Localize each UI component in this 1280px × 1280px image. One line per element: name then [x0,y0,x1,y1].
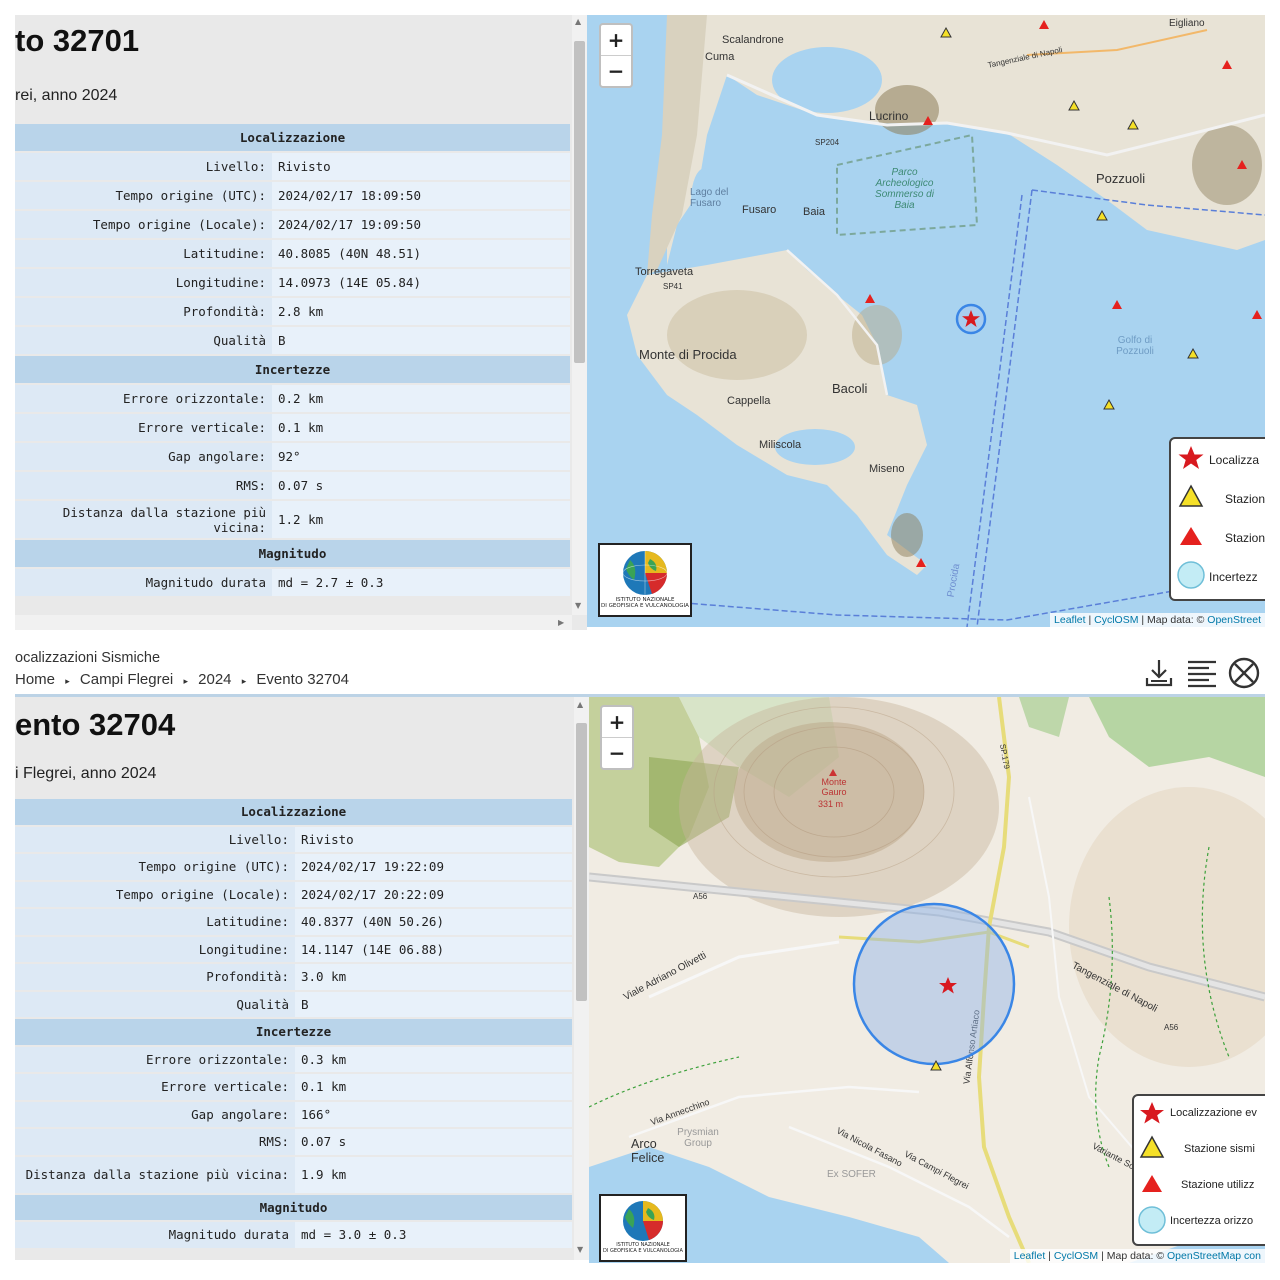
breadcrumb-current: Evento 32704 [256,671,349,688]
breadcrumb-separator: ▸ [183,676,188,686]
zoom-out-button[interactable]: − [602,738,632,768]
event1-vertical-scrollbar[interactable]: ▲ ▼ [572,15,587,615]
legend-label-station-used: Stazione utilizz [1181,1179,1255,1191]
table-row: Distanza dalla stazione più vicina: 1.2 k… [15,501,570,538]
cyclosm-link[interactable]: CyclOSM [1054,1250,1098,1262]
table-row: Profondità: 2.8 km [15,298,570,325]
table-row: Livello: Rivisto [15,826,572,852]
table-row: Errore verticale: 0.1 km [15,414,570,441]
table-row: Errore verticale: 0.1 km [15,1074,572,1100]
table-row: RMS: 0.07 s [15,1129,572,1155]
legend-symbols [1177,446,1205,589]
breadcrumb-home[interactable]: Home [15,671,55,688]
event1-map-attribution: Leaflet | CyclOSM | Map data: © OpenStre… [1050,613,1265,627]
breadcrumb-separator: ▸ [241,676,247,686]
ingv-logo: ISTITUTO NAZIONALE DI GEOFISICA E VULCANO… [598,543,692,617]
table-row: Gap angolare: 166° [15,1101,572,1127]
download-icon[interactable] [1142,656,1176,690]
legend-label-station: Stazion [1225,492,1265,506]
zoom-in-button[interactable]: + [602,707,632,738]
legend-label-uncertainty: Incertezza orizzo [1170,1215,1254,1227]
table-row: Profondità: 3.0 km [15,964,572,990]
table-row: Qualità B [15,327,570,354]
event1-horizontal-scrollbar[interactable]: ▶ [15,615,572,630]
table-row: Tempo origine (Locale): 2024/02/17 19:09:… [15,211,570,238]
section-incertezze: Incertezze [15,1019,572,1045]
section-localizzazione: Localizzazione [15,124,570,151]
event1-subtitle: rei, anno 2024 [15,87,118,104]
event1-markers [865,20,1262,567]
event1-details-table: Localizzazione Livello: Rivisto Tempo ori… [15,122,570,598]
table-row: Magnitudo durata md = 3.0 ± 0.3 [15,1222,572,1248]
table-row: Tempo origine (UTC): 2024/02/17 19:22:09 [15,854,572,880]
table-row: Tempo origine (UTC): 2024/02/17 18:09:50 [15,182,570,209]
legend-label-station: Stazione sismi [1184,1143,1255,1155]
event1-map[interactable]: Scalandrone Cuma Lucrino Pozzuoli Parco … [587,15,1265,627]
breadcrumb-year[interactable]: 2024 [198,671,231,688]
table-row: RMS: 0.07 s [15,472,570,499]
table-row: Gap angolare: 92° [15,443,570,470]
legend-label-event: Localizzazione ev [1170,1107,1257,1119]
logo-text: ISTITUTO NAZIONALE DI GEOFISICA E VULCANO… [601,597,689,609]
event2-map-legend: Localizzazione ev Stazione sismi Stazion… [1132,1094,1265,1246]
section-localizzazione: Localizzazione [15,799,572,825]
section-magnitudo: Magnitudo [15,1194,572,1220]
event2-zoom-control: + − [600,705,634,770]
table-row: Latitudine: 40.8085 (40N 48.51) [15,240,570,267]
table-row: Tempo origine (Locale): 2024/02/17 20:22:… [15,881,572,907]
event1-map-legend: Localizza Stazion Stazion Incertezz [1169,437,1265,601]
app-title: ocalizzazioni Sismiche [15,650,161,666]
section-incertezze: Incertezze [15,356,570,383]
event1-zoom-control: + − [599,23,633,88]
event2-info-panel: ento 32704 i Flegrei, anno 2024 Localizz… [15,697,589,1260]
section-magnitudo: Magnitudo [15,540,570,567]
event2-map[interactable]: Monte Gauro 331 m A56 Viale Adriano Oliv… [589,697,1265,1263]
ingv-logo: ISTITUTO NAZIONALE DI GEOFISICA E VULCANO… [599,1194,687,1262]
breadcrumb-campi-flegrei[interactable]: Campi Flegrei [80,671,173,688]
close-circle-icon[interactable] [1227,656,1261,690]
event2-map-attribution: Leaflet | CyclOSM | Map data: © OpenStre… [1009,1249,1265,1263]
event1-info-panel: to 32701 rei, anno 2024 Localizzazione L… [15,15,587,630]
logo-text: ISTITUTO NAZIONALE DI GEOFISICA E VULCANO… [603,1242,683,1254]
osm-link[interactable]: OpenStreet [1207,614,1261,626]
table-row: Errore orizzontale: 0.3 km [15,1046,572,1072]
legend-symbols [1138,1102,1166,1234]
zoom-in-button[interactable]: + [601,25,631,56]
event1-title: to 32701 [15,23,140,58]
cyclosm-link[interactable]: CyclOSM [1094,614,1138,626]
table-row: Errore orizzontale: 0.2 km [15,385,570,412]
event2-title: ento 32704 [15,707,176,742]
leaflet-link[interactable]: Leaflet [1014,1250,1046,1262]
table-row: Livello: Rivisto [15,153,570,180]
event2-subtitle: i Flegrei, anno 2024 [15,765,157,782]
details-list-icon[interactable] [1185,656,1219,690]
table-row: Qualità B [15,991,572,1017]
table-row: Latitudine: 40.8377 (40N 50.26) [15,909,572,935]
event2-details-table: Localizzazione Livello: Rivisto Tempo ori… [15,797,572,1250]
osm-link[interactable]: OpenStreetMap con [1167,1250,1261,1262]
table-row: Distanza dalla stazione più vicina: 1.9 k… [15,1156,572,1193]
table-row: Magnitudo durata md = 2.7 ± 0.3 [15,569,570,596]
event2-vertical-scrollbar[interactable]: ▲ ▼ [574,697,589,1260]
legend-label-station-used: Stazion [1225,531,1265,545]
leaflet-link[interactable]: Leaflet [1054,614,1086,626]
breadcrumb-separator: ▸ [65,676,70,686]
table-row: Longitudine: 14.1147 (14E 06.88) [15,936,572,962]
table-row: Longitudine: 14.0973 (14E 05.84) [15,269,570,296]
page-header: ocalizzazioni Sismiche Home ▸ Campi Fleg… [15,650,1265,697]
legend-label-uncertainty: Incertezz [1209,570,1258,584]
legend-label-event: Localizza [1209,453,1260,467]
zoom-out-button[interactable]: − [601,56,631,86]
breadcrumb: Home ▸ Campi Flegrei ▸ 2024 ▸ Evento 327… [15,671,349,688]
